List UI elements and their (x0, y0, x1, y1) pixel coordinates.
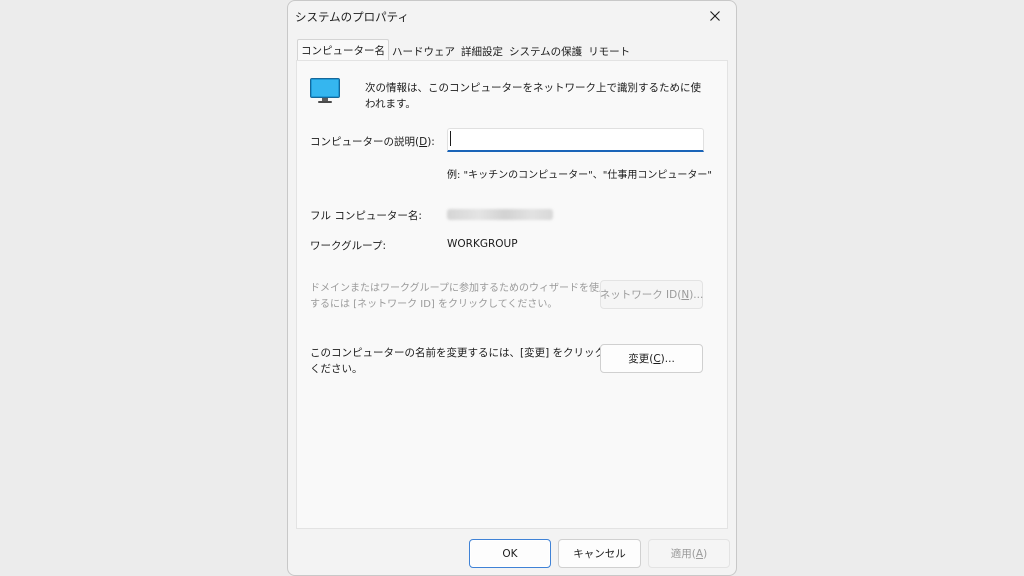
tab-computer-name[interactable]: コンピューター名 (297, 39, 389, 62)
full-computer-name-label: フル コンピューター名: (310, 210, 422, 222)
tab-advanced[interactable]: 詳細設定 (458, 41, 506, 61)
info-text: 次の情報は、このコンピューターをネットワーク上で識別するために使われます。 (365, 82, 701, 110)
computer-name-panel: 次の情報は、このコンピューターをネットワーク上で識別するために使われます。 コン… (296, 60, 728, 529)
tab-strip: コンピューター名 ハードウェア 詳細設定 システムの保護 リモート (297, 39, 633, 62)
cancel-button[interactable]: キャンセル (558, 539, 641, 568)
network-id-description: ドメインまたはワークグループに参加するためのウィザードを使用 するには [ネット… (310, 281, 609, 313)
network-id-description-line1: ドメインまたはワークグループに参加するためのウィザードを使用 (310, 283, 609, 294)
ok-button[interactable]: OK (469, 539, 551, 568)
tab-remote[interactable]: リモート (585, 41, 633, 61)
rename-description: このコンピューターの名前を変更するには、[変更] をクリックして ください。 (310, 345, 626, 377)
example-text: 例: "キッチンのコンピューター"、"仕事用コンピューター" (447, 170, 712, 181)
close-icon (710, 11, 720, 21)
window-title: システムのプロパティ (295, 10, 409, 24)
title-bar[interactable]: システムのプロパティ (288, 1, 736, 33)
apply-button[interactable]: 適用(A) (648, 539, 730, 568)
description-label: コンピューターの説明(D): (310, 136, 435, 148)
tab-hardware[interactable]: ハードウェア (389, 41, 458, 61)
tab-system-protection[interactable]: システムの保護 (506, 41, 585, 61)
network-id-button[interactable]: ネットワーク ID(N)... (600, 280, 703, 309)
monitor-icon (310, 78, 340, 103)
change-button[interactable]: 変更(C)... (600, 344, 703, 373)
workgroup-label: ワークグループ: (310, 240, 386, 252)
workgroup-value: WORKGROUP (447, 238, 518, 250)
computer-description-input[interactable] (447, 128, 704, 152)
full-computer-name-value-redacted (447, 209, 553, 220)
close-button[interactable] (700, 3, 730, 29)
network-id-description-line2: するには [ネットワーク ID] をクリックしてください。 (310, 299, 558, 310)
rename-description-line2: ください。 (310, 363, 363, 375)
text-caret (450, 131, 451, 146)
rename-description-line1: このコンピューターの名前を変更するには、[変更] をクリックして (310, 347, 626, 359)
system-properties-dialog: システムのプロパティ コンピューター名 ハードウェア 詳細設定 システムの保護 … (287, 0, 737, 576)
